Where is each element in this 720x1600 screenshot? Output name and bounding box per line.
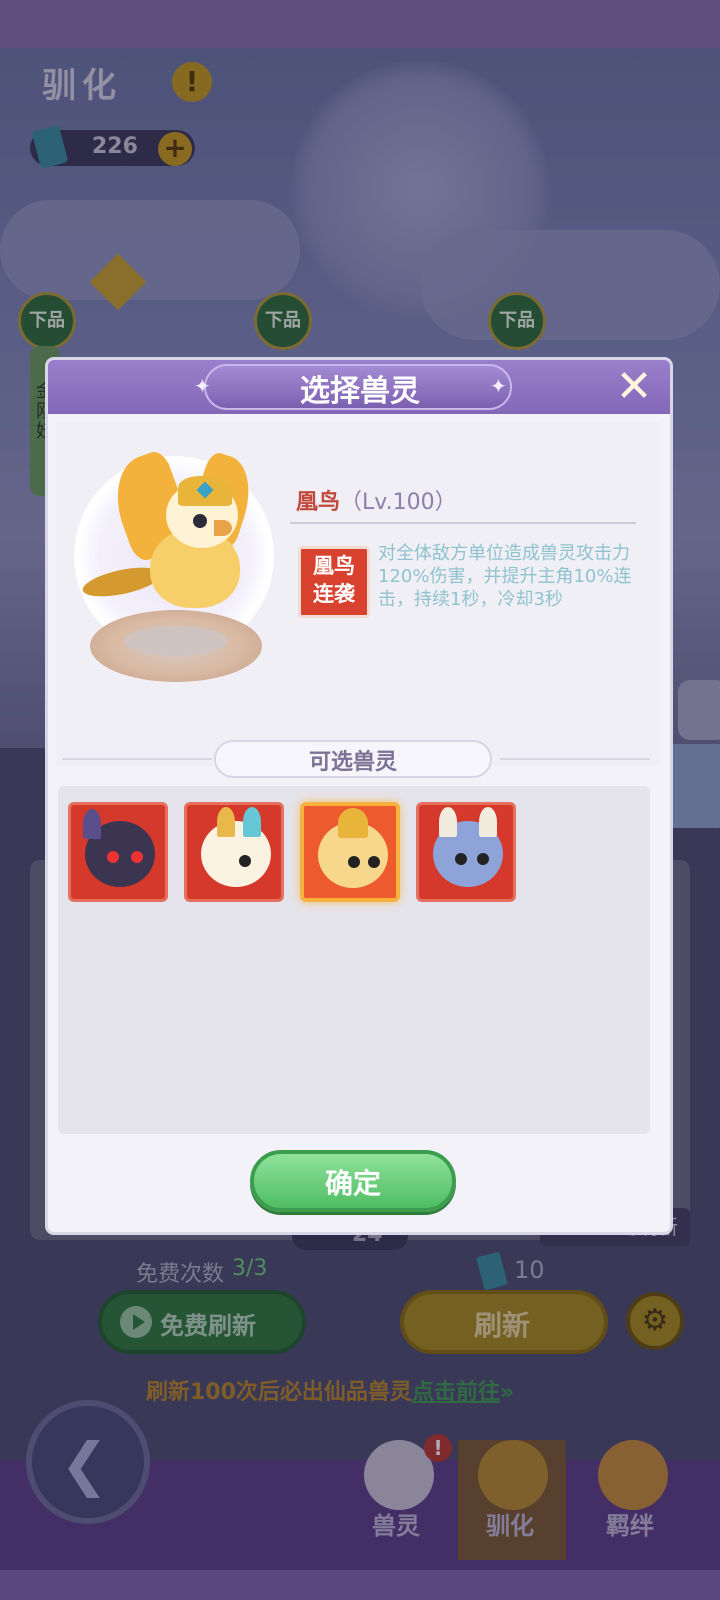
bull-hair — [83, 809, 101, 839]
pet-name: 凰鸟（Lv.100） — [296, 484, 457, 516]
dialog-title: 选择兽灵 — [300, 374, 420, 409]
qilin-horn — [243, 807, 261, 837]
qilin-eye — [239, 855, 251, 867]
skill-badge-line: 连袭 — [313, 582, 355, 606]
divider — [290, 522, 636, 524]
ox-horn — [479, 807, 497, 837]
skill-badge-line: 凰鸟 — [313, 554, 355, 578]
pet-option-phoenix[interactable] — [300, 802, 400, 902]
phoenix-eye — [348, 856, 360, 868]
skill-badge-text: 凰鸟 连袭 — [302, 552, 366, 608]
bull-eye — [131, 851, 143, 863]
pet-option-bull[interactable] — [68, 802, 168, 902]
pet-pedestal-top — [124, 626, 228, 656]
ox-eye — [455, 853, 467, 865]
skill-description: 对全体敌方单位造成兽灵攻击力120%伤害，并提升主角10%连击，持续1秒，冷却3… — [378, 543, 632, 610]
sparkle-icon: ✦ — [490, 374, 507, 398]
divider — [500, 758, 650, 760]
sparkle-icon: ✦ — [194, 374, 211, 398]
qilin-mane — [217, 807, 235, 837]
phoenix-eye — [368, 856, 380, 868]
phoenix-beak — [214, 520, 232, 536]
section-header: 可选兽灵 — [308, 750, 397, 775]
bull-eye — [107, 851, 119, 863]
pet-level: （Lv.100） — [340, 490, 457, 515]
pet-name-text: 凰鸟 — [296, 490, 341, 515]
confirm-button-label: 确定 — [324, 1167, 381, 1200]
divider — [62, 758, 212, 760]
ox-eye — [477, 853, 489, 865]
pet-option-qilin[interactable] — [184, 802, 284, 902]
phoenix-helmet — [338, 808, 368, 838]
ox-horn — [439, 807, 457, 837]
pet-option-ox[interactable] — [416, 802, 516, 902]
close-icon[interactable]: ✕ — [612, 365, 656, 410]
phoenix-eye — [193, 514, 207, 528]
